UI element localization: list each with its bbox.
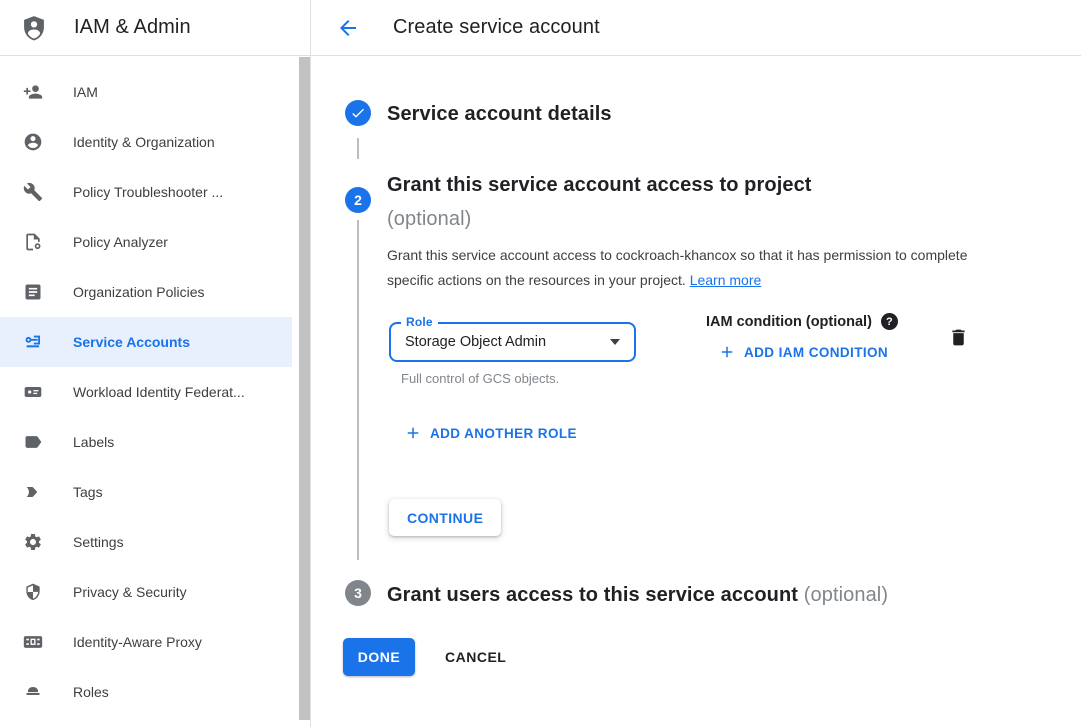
sidebar-item-label: Settings (73, 534, 124, 550)
dropdown-caret-icon (610, 339, 620, 345)
sidebar-item-label: Identity-Aware Proxy (73, 634, 202, 650)
trash-icon (948, 326, 969, 349)
sidebar-item-tags[interactable]: Tags (0, 467, 292, 517)
help-icon[interactable]: ? (881, 313, 898, 330)
sidebar-item-service-accounts[interactable]: Service Accounts (0, 317, 292, 367)
step2-title: Grant this service account access to pro… (387, 168, 812, 236)
shield-half-icon (23, 582, 43, 602)
step-connector-line (357, 220, 359, 560)
role-field-label: Role (401, 315, 438, 329)
done-button[interactable]: DONE (343, 638, 415, 676)
create-service-account-form: Service account details 2 Grant this ser… (311, 56, 1081, 727)
add-another-role-button[interactable]: ADD ANOTHER ROLE (404, 424, 577, 442)
step2-number-badge: 2 (345, 187, 371, 213)
sidebar-item-identity-organization[interactable]: Identity & Organization (0, 117, 292, 167)
learn-more-link[interactable]: Learn more (690, 272, 762, 288)
step3-number: 3 (354, 585, 362, 601)
top-header: IAM & Admin Create service account (0, 0, 1081, 56)
sidebar-item-labels[interactable]: Labels (0, 417, 292, 467)
add-iam-condition-button[interactable]: ADD IAM CONDITION (718, 343, 888, 361)
sidebar-scrollbar[interactable] (299, 57, 310, 720)
add-iam-condition-label: ADD IAM CONDITION (744, 345, 888, 360)
step3-number-badge: 3 (345, 580, 371, 606)
sidebar-item-label: Policy Troubleshooter ... (73, 184, 223, 200)
delete-role-button[interactable] (947, 326, 969, 350)
iam-shield-logo-icon (20, 14, 48, 42)
sidebar-item-policy-troubleshooter[interactable]: Policy Troubleshooter ... (0, 167, 292, 217)
step3-optional-label: (optional) (804, 584, 888, 606)
sidebar-item-label: Labels (73, 434, 114, 450)
sidebar-item-label: Identity & Organization (73, 134, 215, 150)
cancel-button[interactable]: CANCEL (431, 638, 520, 676)
badge-icon (23, 382, 43, 402)
sidebar-item-settings[interactable]: Settings (0, 517, 292, 567)
sidebar-item-label: Tags (73, 484, 103, 500)
back-arrow-icon[interactable] (336, 16, 360, 40)
wrench-icon (23, 182, 43, 202)
policy-analyzer-icon (23, 232, 43, 252)
sidebar-item-label: Policy Analyzer (73, 234, 168, 250)
step3-title-text: Grant users access to this service accou… (387, 584, 798, 606)
sidebar-item-policy-analyzer[interactable]: Policy Analyzer (0, 217, 292, 267)
step-connector-line (357, 138, 359, 159)
sidebar-item-label: Workload Identity Federat... (73, 384, 245, 400)
iap-icon (23, 632, 43, 652)
sidebar-item-label: Service Accounts (73, 334, 190, 350)
role-helper-text: Full control of GCS objects. (401, 371, 559, 386)
sidebar-item-label: Privacy & Security (73, 584, 187, 600)
step3-title: Grant users access to this service accou… (387, 581, 888, 609)
person-add-icon (23, 82, 43, 102)
step2-title-text: Grant this service account access to pro… (387, 168, 812, 202)
sidebar-item-label: IAM (73, 84, 98, 100)
iam-condition-label-text: IAM condition (optional) (706, 314, 872, 330)
step2-optional-label: (optional) (387, 202, 812, 236)
label-icon (23, 432, 43, 452)
role-select[interactable]: Role Storage Object Admin (389, 322, 636, 362)
plus-icon (718, 343, 736, 361)
sidebar-item-identity-aware-proxy[interactable]: Identity-Aware Proxy (0, 617, 292, 667)
step2-number: 2 (354, 192, 362, 208)
page-title: Create service account (393, 16, 600, 39)
role-selected-value: Storage Object Admin (405, 334, 610, 350)
app-title: IAM & Admin (74, 16, 191, 39)
service-account-key-icon (23, 332, 43, 352)
step2-description: Grant this service account access to coc… (387, 243, 983, 293)
page-header: Create service account (311, 0, 600, 55)
iam-condition-label: IAM condition (optional) ? (706, 313, 898, 330)
continue-button[interactable]: CONTINUE (389, 499, 501, 536)
sidebar-item-workload-identity-federation[interactable]: Workload Identity Federat... (0, 367, 292, 417)
tag-icon (23, 482, 43, 502)
step2-description-text: Grant this service account access to coc… (387, 247, 968, 288)
account-circle-icon (23, 132, 43, 152)
sidebar-item-label: Organization Policies (73, 284, 205, 300)
sidebar-item-roles[interactable]: Roles (0, 667, 292, 717)
step1-title: Service account details (387, 101, 612, 127)
roles-hat-icon (23, 682, 43, 702)
add-another-role-label: ADD ANOTHER ROLE (430, 426, 577, 441)
step1-complete-check-icon (345, 100, 371, 126)
sidebar-item-label: Roles (73, 684, 109, 700)
gear-icon (23, 532, 43, 552)
sidebar-nav: IAM Identity & Organization Policy Troub… (0, 56, 311, 727)
plus-icon (404, 424, 422, 442)
sidebar-item-privacy-security[interactable]: Privacy & Security (0, 567, 292, 617)
sidebar-header: IAM & Admin (0, 0, 311, 55)
document-icon (23, 282, 43, 302)
sidebar-item-organization-policies[interactable]: Organization Policies (0, 267, 292, 317)
sidebar-item-iam[interactable]: IAM (0, 67, 292, 117)
